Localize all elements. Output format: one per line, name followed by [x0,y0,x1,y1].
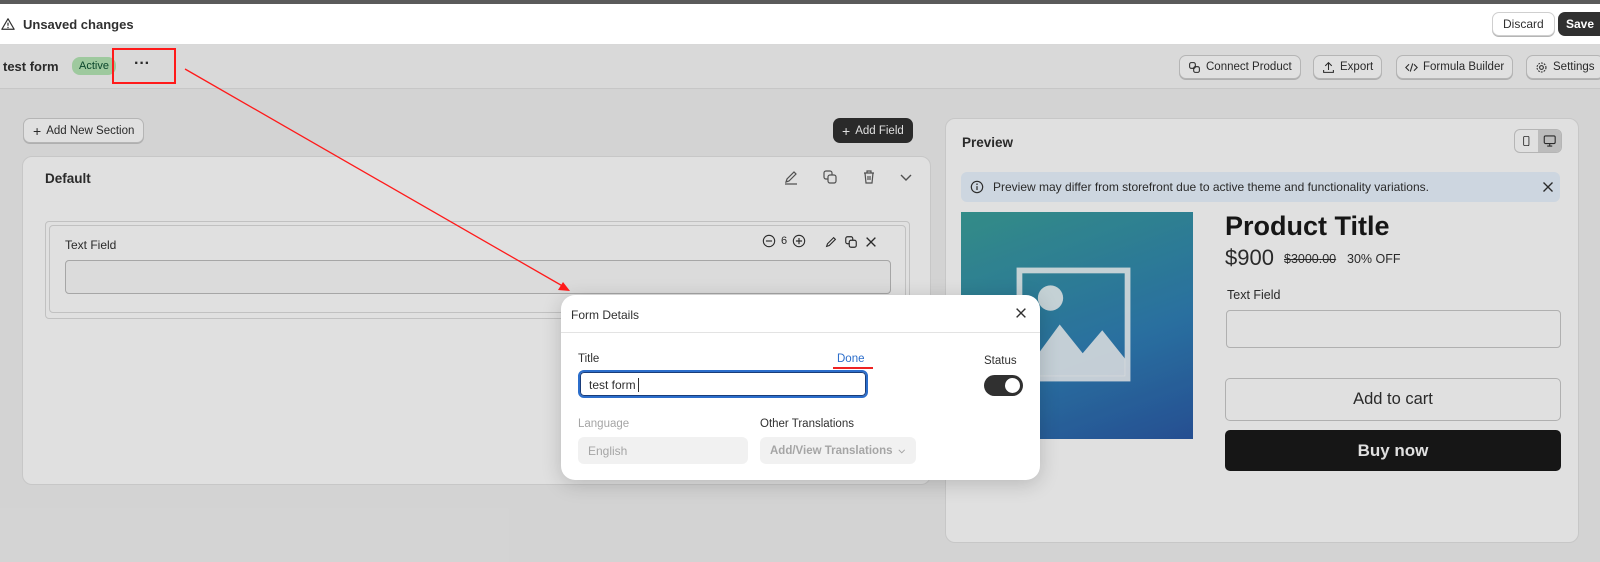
unsaved-changes-title: Unsaved changes [23,16,134,32]
text-cursor [637,378,639,392]
title-label: Title [578,353,600,365]
discard-button[interactable]: Discard [1492,12,1555,36]
add-view-translations-label: Add/View Translations [770,444,893,457]
annotation-underline [833,367,873,369]
language-select[interactable]: English [578,437,748,464]
status-toggle[interactable] [984,375,1023,396]
status-label: Status [984,355,1017,367]
modal-title: Form Details [571,308,640,322]
done-link[interactable]: Done [837,353,865,365]
title-input[interactable]: test form [578,370,868,398]
title-input-value: test form [589,378,636,392]
warning-icon [1,18,15,30]
annotation-highlight-box [112,48,176,84]
toggle-knob [1005,378,1020,393]
unsaved-changes-bar: Unsaved changes Discard Save [0,4,1600,45]
save-button[interactable]: Save [1558,12,1600,36]
form-details-modal: Form Details Title Done test form Status… [561,295,1040,480]
other-translations-label: Other Translations [760,418,854,430]
chevron-down-icon [897,448,905,453]
modal-header: Form Details [561,295,1040,333]
language-label: Language [578,418,630,430]
close-icon[interactable] [1014,306,1028,320]
add-view-translations-button[interactable]: Add/View Translations [760,437,916,464]
